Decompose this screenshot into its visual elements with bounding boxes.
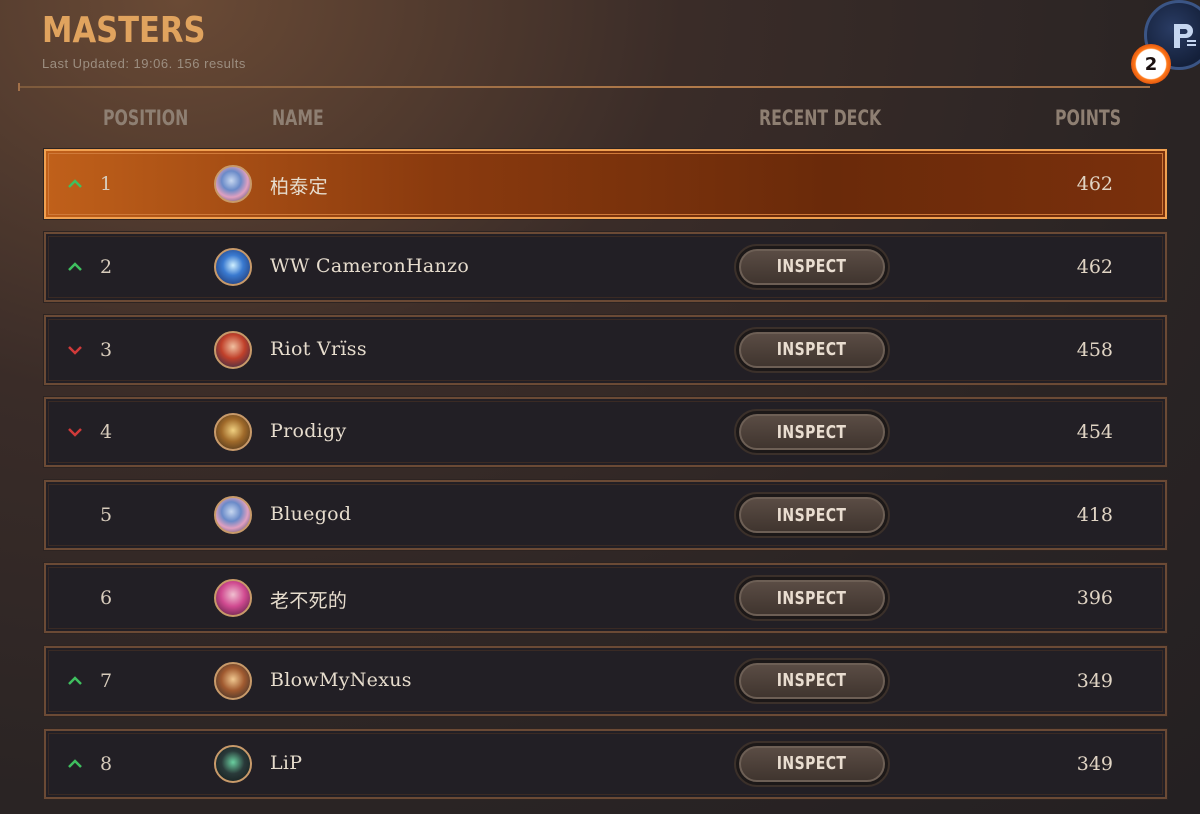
leaderboard-row[interactable]: 7 BlowMyNexus INSPECT 349 xyxy=(43,644,1168,717)
player-points: 462 xyxy=(1076,255,1113,278)
inspect-button-face[interactable]: INSPECT xyxy=(739,662,885,699)
leaderboard-row[interactable]: 6 老不死的 INSPECT 396 xyxy=(43,562,1168,634)
player-avatar xyxy=(214,330,252,369)
player-points: 418 xyxy=(1076,504,1113,527)
inspect-deck-button[interactable]: INSPECT xyxy=(734,657,890,704)
inspect-deck-button[interactable]: INSPECT xyxy=(734,409,890,456)
header-divider xyxy=(18,83,1150,91)
rank-up-icon xyxy=(68,676,82,685)
player-name: Prodigy xyxy=(270,420,347,443)
inspect-label: INSPECT xyxy=(777,256,847,278)
player-avatar xyxy=(214,165,252,203)
player-name: 老不死的 xyxy=(270,590,348,612)
player-name: LiP xyxy=(270,751,303,774)
inspect-label: INSPECT xyxy=(777,421,847,443)
profile-list-icon xyxy=(1170,22,1198,50)
page-title: MASTERS xyxy=(42,10,206,51)
player-avatar xyxy=(214,496,252,535)
inspect-button-face[interactable]: INSPECT xyxy=(739,414,885,451)
last-updated-text: Last Updated: 19:06. 156 results xyxy=(42,56,246,71)
leaderboard-row[interactable]: 3 Riot Vrïss INSPECT 458 xyxy=(43,313,1168,386)
leaderboard-row[interactable]: 5 Bluegod INSPECT 418 xyxy=(43,479,1168,552)
column-header-name: NAME xyxy=(272,106,324,130)
inspect-deck-button[interactable]: INSPECT xyxy=(734,575,890,621)
leaderboard-row[interactable]: 8 LiP INSPECT 349 xyxy=(43,727,1168,800)
leaderboard-row[interactable]: 2 WW CameronHanzo INSPECT 462 xyxy=(43,230,1168,303)
row-position: 2 xyxy=(100,255,113,278)
inspect-button-face[interactable]: INSPECT xyxy=(739,497,885,534)
inspect-label: INSPECT xyxy=(777,504,847,526)
inspect-deck-button[interactable]: INSPECT xyxy=(734,740,890,787)
row-position: 1 xyxy=(100,173,113,195)
player-name: Bluegod xyxy=(270,503,352,526)
player-name: Riot Vrïss xyxy=(270,337,367,360)
column-header-recent-deck: RECENT DECK xyxy=(759,106,882,130)
inspect-label: INSPECT xyxy=(777,753,847,775)
inspect-label: INSPECT xyxy=(777,670,847,692)
inspect-deck-button[interactable]: INSPECT xyxy=(734,243,890,290)
rank-up-icon xyxy=(68,262,82,271)
player-avatar xyxy=(214,247,252,286)
row-position: 6 xyxy=(100,587,113,609)
column-header-position: POSITION xyxy=(103,106,189,130)
inspect-deck-button[interactable]: INSPECT xyxy=(734,326,890,373)
player-name: WW CameronHanzo xyxy=(270,254,470,277)
rank-down-icon xyxy=(68,345,82,355)
player-points: 349 xyxy=(1076,669,1113,692)
rank-up-icon xyxy=(68,758,82,768)
inspect-button-face[interactable]: INSPECT xyxy=(739,580,885,616)
player-points: 349 xyxy=(1076,752,1113,775)
leaderboard-row[interactable]: 1 柏泰定 462 xyxy=(43,148,1168,220)
player-name: 柏泰定 xyxy=(270,176,328,198)
player-name: BlowMyNexus xyxy=(270,668,412,691)
row-position: 7 xyxy=(100,669,113,692)
player-avatar xyxy=(214,661,252,700)
inspect-button-face[interactable]: INSPECT xyxy=(739,331,885,368)
rank-down-icon xyxy=(68,428,82,438)
column-header-points: POINTS xyxy=(1055,106,1122,130)
player-points: 454 xyxy=(1076,421,1113,444)
player-avatar xyxy=(214,744,252,783)
player-points: 458 xyxy=(1076,338,1113,361)
player-avatar xyxy=(214,413,252,452)
row-position: 3 xyxy=(100,338,113,361)
inspect-button-face[interactable]: INSPECT xyxy=(739,745,885,782)
inspect-deck-button[interactable]: INSPECT xyxy=(734,492,890,539)
player-points: 462 xyxy=(1076,173,1113,195)
leaderboard-row[interactable]: 4 Prodigy INSPECT 454 xyxy=(43,396,1168,469)
row-position: 8 xyxy=(100,752,113,775)
player-avatar xyxy=(214,579,252,617)
row-position: 5 xyxy=(100,504,113,527)
inspect-label: INSPECT xyxy=(777,587,847,609)
inspect-button-face[interactable]: INSPECT xyxy=(739,248,885,285)
player-points: 396 xyxy=(1076,587,1113,609)
notification-badge[interactable]: 2 xyxy=(1131,44,1171,84)
inspect-label: INSPECT xyxy=(777,339,847,361)
row-position: 4 xyxy=(100,421,113,444)
rank-up-icon xyxy=(68,179,82,188)
notification-count: 2 xyxy=(1144,53,1158,75)
